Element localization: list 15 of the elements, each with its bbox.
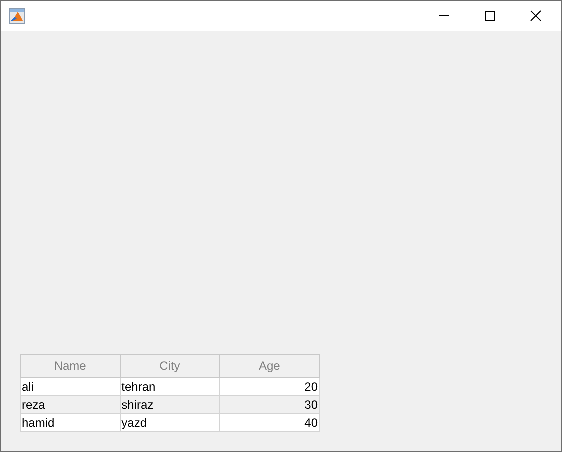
column-header[interactable]: City (120, 354, 220, 378)
table-cell: ali (20, 378, 120, 396)
table-cell: yazd (120, 414, 220, 432)
table-cell: 40 (220, 414, 320, 432)
table-cell: 20 (220, 378, 320, 396)
table-cell: hamid (20, 414, 120, 432)
column-header[interactable]: Name (20, 354, 120, 378)
table-cell: reza (20, 396, 120, 414)
table-cell: 30 (220, 396, 320, 414)
close-icon (530, 10, 542, 22)
app-icon (9, 8, 25, 24)
table-cell: tehran (120, 378, 220, 396)
maximize-icon (484, 10, 496, 22)
table-cell: shiraz (120, 396, 220, 414)
column-header[interactable]: Age (220, 354, 320, 378)
